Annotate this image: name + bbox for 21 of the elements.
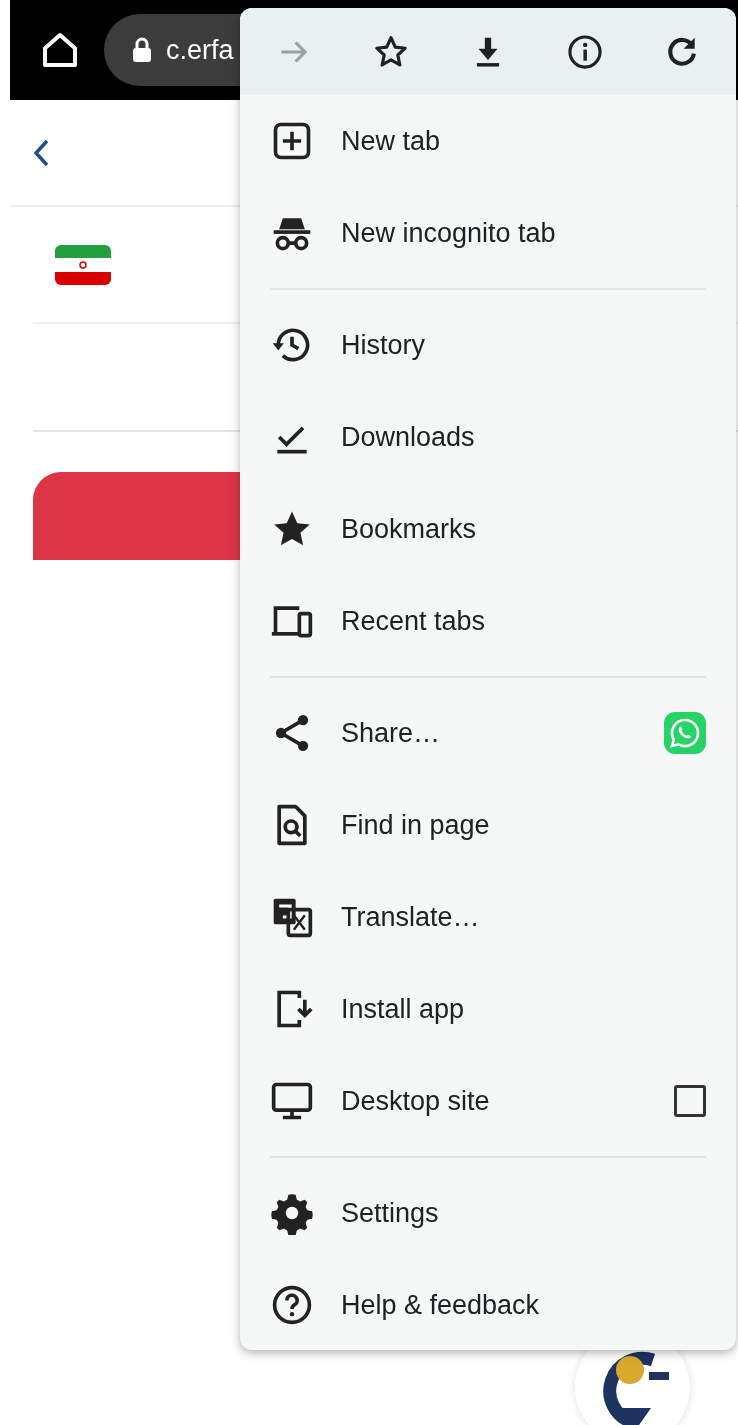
gear-icon [270, 1191, 314, 1235]
lock-icon [132, 37, 152, 63]
menu-item[interactable]: Help & feedback [341, 1284, 706, 1326]
question-circle-icon [270, 1283, 314, 1327]
menu-item[interactable]: Share… [341, 712, 664, 754]
checkbox[interactable] [674, 1085, 706, 1117]
menu-item[interactable]: Find in page [341, 804, 706, 846]
back-chevron-icon[interactable] [32, 137, 50, 168]
url-text: c.erfa [166, 33, 234, 67]
home-icon[interactable] [40, 30, 80, 70]
flag-icon[interactable] [55, 244, 111, 285]
menu-item[interactable]: Recent tabs [341, 600, 706, 642]
menu-item[interactable]: Install app [341, 988, 706, 1030]
menu-item[interactable]: Desktop site [341, 1080, 674, 1122]
menu-item[interactable]: Downloads [341, 416, 706, 458]
menu-item[interactable]: Translate… [341, 896, 706, 938]
menu-item[interactable]: Bookmarks [341, 508, 706, 550]
menu-item[interactable]: Settings [341, 1192, 706, 1234]
menu-item[interactable]: New incognito tab [341, 212, 706, 254]
menu-item[interactable]: New tab [341, 120, 706, 162]
menu-item[interactable]: History [341, 324, 706, 366]
